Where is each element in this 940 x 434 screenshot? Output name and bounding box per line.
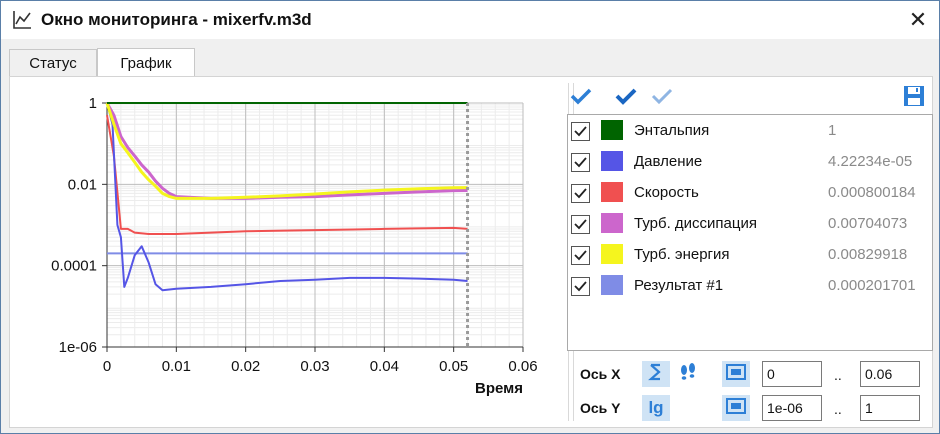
log-scale-label: lg — [648, 398, 664, 417]
save-button[interactable] — [902, 85, 926, 112]
series-color-swatch — [601, 244, 623, 264]
graph-panel: 0 0.01 0.02 0.03 0.04 0.05 0.06 1 0.01 0.0001 1e-0… — [9, 76, 933, 428]
axis-y-log-button[interactable]: lg — [642, 395, 670, 421]
series-name: Энтальпия — [634, 122, 710, 139]
axis-y-max-input[interactable] — [860, 395, 920, 421]
series-color-swatch — [601, 120, 623, 140]
monitoring-window: Окно мониторинга - mixerfv.m3d ✕ Статус … — [0, 0, 940, 434]
monitoring-chart: 0 0.01 0.02 0.03 0.04 0.05 0.06 1 0.01 0.0001 1e-0… — [51, 95, 537, 397]
axis-x-steps-button[interactable] — [674, 361, 702, 387]
series-value: 1 — [828, 122, 837, 139]
y-tick-label: 0.0001 — [51, 258, 97, 275]
series-checkbox[interactable] — [571, 215, 590, 234]
x-tick-label: 0.06 — [508, 358, 537, 375]
x-tick-label: 0.01 — [162, 358, 191, 375]
series-checkbox[interactable] — [571, 122, 590, 141]
legend-item[interactable]: Турб. энергия 0.00829918 — [568, 241, 932, 272]
series-name: Турб. диссипация — [634, 215, 757, 232]
legend-item[interactable]: Давление 4.22234e-05 — [568, 148, 932, 179]
uncheck-all-button[interactable] — [650, 87, 674, 109]
series-color-swatch — [601, 213, 623, 233]
series-value: 0.000800184 — [828, 184, 916, 201]
series-value: 4.22234e-05 — [828, 153, 913, 170]
close-icon: ✕ — [908, 7, 928, 32]
series-checkbox[interactable] — [571, 246, 590, 265]
tab-status[interactable]: Статус — [9, 49, 97, 76]
series-value: 0.00704073 — [828, 215, 908, 232]
series-color-swatch — [601, 151, 623, 171]
check-all-button[interactable] — [614, 87, 638, 109]
axis-y-label: Ось Y — [580, 400, 621, 416]
title-bar: Окно мониторинга - mixerfv.m3d ✕ — [1, 1, 939, 39]
series-color-swatch — [601, 275, 623, 295]
axis-y-min-input[interactable] — [762, 395, 822, 421]
axis-x-min-input[interactable] — [762, 361, 822, 387]
y-tick-label: 0.01 — [68, 176, 97, 193]
fit-screen-icon — [725, 362, 747, 387]
axis-x-autoscale-button[interactable] — [642, 361, 670, 387]
y-tick-label: 1 — [89, 95, 97, 112]
series-checkbox[interactable] — [571, 153, 590, 172]
series-legend: Энтальпия 1 Давление 4.22234e-05 Скорост… — [567, 114, 933, 351]
x-tick-label: 0 — [103, 358, 111, 375]
legend-item[interactable]: Результат #1 0.000201701 — [568, 272, 932, 303]
series-checkbox[interactable] — [571, 277, 590, 296]
fit-screen-icon — [725, 396, 747, 421]
check-selected-button[interactable] — [569, 87, 593, 109]
check-all-icon — [615, 87, 637, 110]
uncheck-icon — [651, 87, 673, 110]
tab-graph-label: График — [120, 54, 172, 72]
axis-x-fit-button[interactable] — [722, 361, 750, 387]
series-value: 0.00829918 — [828, 246, 908, 263]
window-title: Окно мониторинга - mixerfv.m3d — [41, 10, 312, 29]
close-button[interactable]: ✕ — [903, 5, 933, 35]
axis-scale-icon — [646, 362, 666, 387]
series-value: 0.000201701 — [828, 277, 916, 294]
axis-x-range-separator: .. — [834, 367, 842, 383]
y-tick-label: 1e-06 — [59, 339, 97, 356]
x-tick-label: 0.03 — [300, 358, 329, 375]
series-name: Результат #1 — [634, 277, 724, 294]
legend-item[interactable]: Скорость 0.000800184 — [568, 179, 932, 210]
axis-x-max-input[interactable] — [860, 361, 920, 387]
series-name: Давление — [634, 153, 703, 170]
save-icon — [903, 85, 925, 112]
axis-y-range-separator: .. — [834, 401, 842, 417]
series-color-swatch — [601, 182, 623, 202]
tab-graph[interactable]: График — [97, 48, 195, 77]
tab-status-label: Статус — [29, 54, 77, 72]
series-checkbox[interactable] — [571, 184, 590, 203]
series-name: Турб. энергия — [634, 246, 730, 263]
x-tick-label: 0.02 — [231, 358, 260, 375]
legend-item[interactable]: Турб. диссипация 0.00704073 — [568, 210, 932, 241]
legend-item[interactable]: Энтальпия 1 — [568, 117, 932, 148]
axis-y-fit-button[interactable] — [722, 395, 750, 421]
x-axis-title: Время — [475, 380, 523, 397]
axis-x-label: Ось X — [580, 366, 621, 382]
footprints-icon — [678, 362, 698, 387]
series-name: Скорость — [634, 184, 699, 201]
check-icon — [570, 87, 592, 110]
chart-line-icon — [11, 9, 33, 31]
x-tick-label: 0.05 — [439, 358, 468, 375]
x-tick-label: 0.04 — [370, 358, 399, 375]
